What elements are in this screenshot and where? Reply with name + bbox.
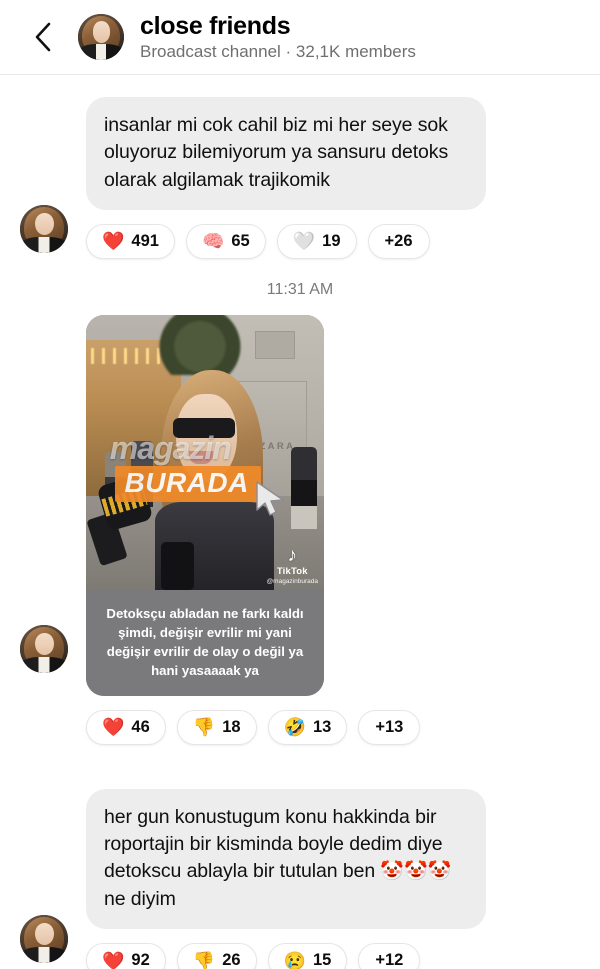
timestamp-divider: 11:31 AM xyxy=(266,280,334,298)
avatar[interactable] xyxy=(20,914,68,963)
reaction-crying-face[interactable]: 😢 15 xyxy=(267,943,348,969)
watermark-burada: BURADA xyxy=(114,466,261,503)
reaction-count: 65 xyxy=(231,231,250,250)
clown-face-icons: 🤡🤡🤡 xyxy=(380,861,452,883)
crying-face-icon: 😢 xyxy=(283,950,306,969)
tiktok-handle: @magazinburada xyxy=(266,577,318,585)
thumbs-down-icon: 👎 xyxy=(192,717,216,738)
more-reactions-count: +26 xyxy=(384,231,413,250)
reaction-count: 19 xyxy=(322,231,341,250)
reaction-brain[interactable]: 🧠 65 xyxy=(185,223,266,259)
more-reactions-button[interactable]: +13 xyxy=(358,709,421,745)
reaction-count: 18 xyxy=(222,717,241,736)
reaction-white-heart[interactable]: 🤍 19 xyxy=(276,223,357,259)
header-text-block: close friends Broadcast channel · 32,1K … xyxy=(140,12,416,62)
reaction-red-heart[interactable]: ❤️ 92 xyxy=(86,943,166,969)
message-group-3: her gun konustugum konu hakkinda bir rop… xyxy=(0,745,600,969)
message-group-2: ZARA magazin BURADA ♪ TikTok @magazinbur… xyxy=(0,314,600,745)
thumbs-down-icon: 👎 xyxy=(192,950,216,969)
reaction-bar-3: ❤️ 92 👎 26 😢 15 +12 xyxy=(86,943,600,969)
reaction-rofl[interactable]: 🤣 13 xyxy=(267,709,348,745)
chat-header: close friends Broadcast channel · 32,1K … xyxy=(0,0,600,75)
reaction-red-heart[interactable]: ❤️ 46 xyxy=(86,709,166,745)
red-heart-icon: ❤️ xyxy=(102,717,125,738)
reaction-count: 26 xyxy=(222,951,241,969)
more-reactions-button[interactable]: +26 xyxy=(367,223,430,259)
brain-icon: 🧠 xyxy=(201,231,225,252)
reaction-bar-2: ❤️ 46 👎 18 🤣 13 +13 xyxy=(86,709,600,745)
reaction-count: 92 xyxy=(131,951,150,969)
red-heart-icon: ❤️ xyxy=(102,231,125,252)
reaction-count: 13 xyxy=(312,717,332,736)
video-caption: Detoksçu abladan ne farkı kaldı şimdi, d… xyxy=(86,589,324,696)
chevron-left-icon xyxy=(33,21,53,53)
channel-title: close friends xyxy=(140,11,291,40)
channel-subtitle: Broadcast channel · 32,1K members xyxy=(140,41,416,61)
white-heart-icon: 🤍 xyxy=(292,231,316,252)
message-text-after: ne diyim xyxy=(104,888,176,911)
tiktok-icon: ♪ xyxy=(287,544,298,566)
reaction-thumbs-down[interactable]: 👎 26 xyxy=(176,943,257,969)
rolling-on-the-floor-laughing-icon: 🤣 xyxy=(283,717,306,738)
message-list: insanlar mi cok cahil biz mi her seye so… xyxy=(0,75,600,969)
avatar[interactable] xyxy=(20,205,68,253)
reaction-red-heart[interactable]: ❤️ 491 xyxy=(86,223,175,259)
more-reactions-count: +12 xyxy=(375,951,404,969)
more-reactions-button[interactable]: +12 xyxy=(358,943,421,969)
reaction-count: 491 xyxy=(131,231,159,250)
video-thumbnail[interactable]: ZARA magazin BURADA ♪ TikTok @magazinbur… xyxy=(86,314,324,590)
message-bubble-text[interactable]: her gun konustugum konu hakkinda bir rop… xyxy=(86,788,486,930)
more-reactions-count: +13 xyxy=(375,717,404,736)
avatar[interactable] xyxy=(20,624,68,673)
watermark-magazin: magazin xyxy=(109,430,232,467)
reaction-thumbs-down[interactable]: 👎 18 xyxy=(176,709,257,745)
back-button[interactable] xyxy=(26,17,60,57)
tiktok-label: TikTok xyxy=(276,565,308,577)
reaction-count: 46 xyxy=(131,717,150,736)
broadcast-channel-screen: close friends Broadcast channel · 32,1K … xyxy=(0,0,600,969)
message-bubble-text[interactable]: insanlar mi cok cahil biz mi her seye so… xyxy=(86,97,486,210)
tiktok-branding: ♪ TikTok @magazinburada xyxy=(267,546,318,585)
video-message[interactable]: ZARA magazin BURADA ♪ TikTok @magazinbur… xyxy=(86,314,324,696)
reaction-count: 15 xyxy=(312,951,332,969)
reaction-bar-1: ❤️ 491 🧠 65 🤍 19 +26 xyxy=(86,223,600,259)
channel-avatar[interactable] xyxy=(78,14,124,60)
red-heart-icon: ❤️ xyxy=(102,950,125,969)
avatar-portrait xyxy=(78,14,124,60)
message-group-1: insanlar mi cok cahil biz mi her seye so… xyxy=(0,75,600,259)
